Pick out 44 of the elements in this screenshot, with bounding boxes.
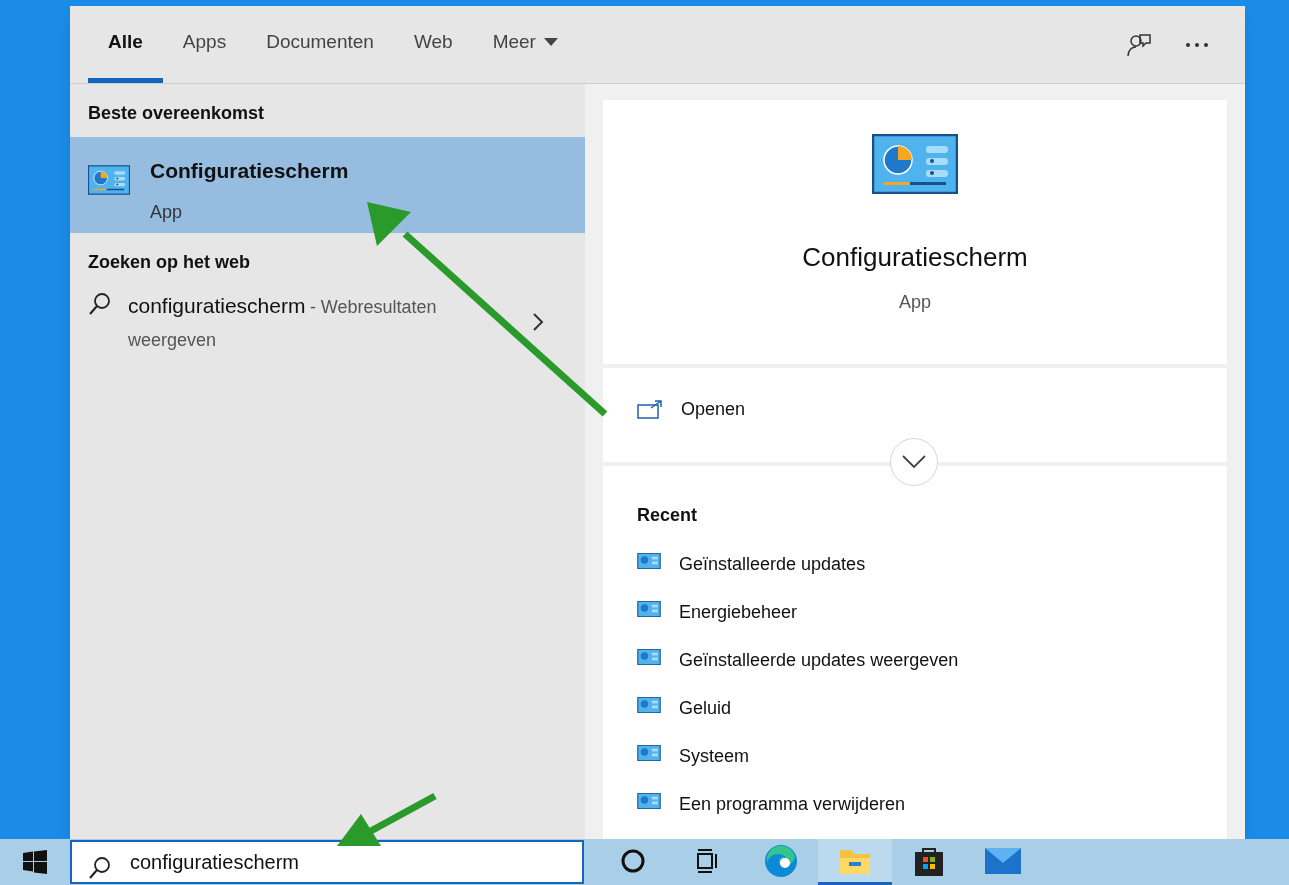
search-icon: [88, 856, 112, 880]
tab[interactable]: Web: [393, 6, 473, 83]
caret-icon: [543, 38, 558, 46]
control-panel-icon: [88, 165, 130, 195]
recent-item[interactable]: Geluid: [637, 695, 1193, 743]
search-icon: [88, 292, 112, 316]
tab[interactable]: Documenten: [246, 6, 394, 83]
control-panel-icon: [637, 697, 661, 713]
recent-item[interactable]: Geïnstalleerde updates: [637, 551, 1193, 599]
browser-icon[interactable]: [763, 842, 799, 879]
expand-button[interactable]: [890, 438, 938, 486]
control-panel-icon: [872, 134, 958, 194]
web-result-item[interactable]: configuratiescherm - Webresultaten weergeven: [70, 288, 585, 357]
tab[interactable]: Meer: [472, 6, 578, 83]
search-field[interactable]: configuratiescherm: [70, 840, 584, 884]
section-heading: Zoeken op het web: [87, 251, 252, 274]
recent-heading: Recent: [637, 504, 699, 527]
feedback-icon: [1126, 31, 1152, 58]
chevron-right-icon: [532, 312, 544, 332]
recent-item[interactable]: Een programma verwijderen: [637, 791, 1193, 839]
control-panel-icon: [637, 649, 661, 665]
result-subtitle: App: [150, 200, 184, 224]
open-external-icon: [637, 399, 663, 420]
recent-item[interactable]: Geïnstalleerde updates weergeven: [637, 647, 1193, 695]
recent-item[interactable]: Energiebeheer: [637, 599, 1193, 647]
detail-subtitle: App: [899, 291, 931, 314]
control-panel-icon: [637, 601, 661, 617]
tab[interactable]: Apps: [162, 6, 247, 83]
chevron-down-icon: [902, 455, 926, 469]
web-result-text: configuratiescherm - Webresultaten weergeven: [128, 293, 438, 352]
control-panel-icon: [637, 745, 661, 761]
section-heading: Beste overeenkomst: [87, 102, 266, 125]
envelope-icon[interactable]: [984, 845, 1022, 876]
windows-logo-icon: [23, 850, 47, 874]
recent-item[interactable]: Systeem: [637, 743, 1193, 791]
open-button[interactable]: Openen: [637, 396, 746, 423]
circle-icon[interactable]: [620, 847, 646, 874]
best-match-item[interactable]: Configuratiescherm App: [70, 137, 585, 233]
control-panel-icon: [637, 793, 661, 809]
more-icon: [1185, 41, 1209, 48]
result-title: Configuratiescherm: [150, 158, 349, 184]
control-panel-icon: [637, 553, 661, 569]
task-view-icon[interactable]: [694, 847, 720, 874]
detail-title: Configuratiescherm: [802, 241, 1028, 274]
